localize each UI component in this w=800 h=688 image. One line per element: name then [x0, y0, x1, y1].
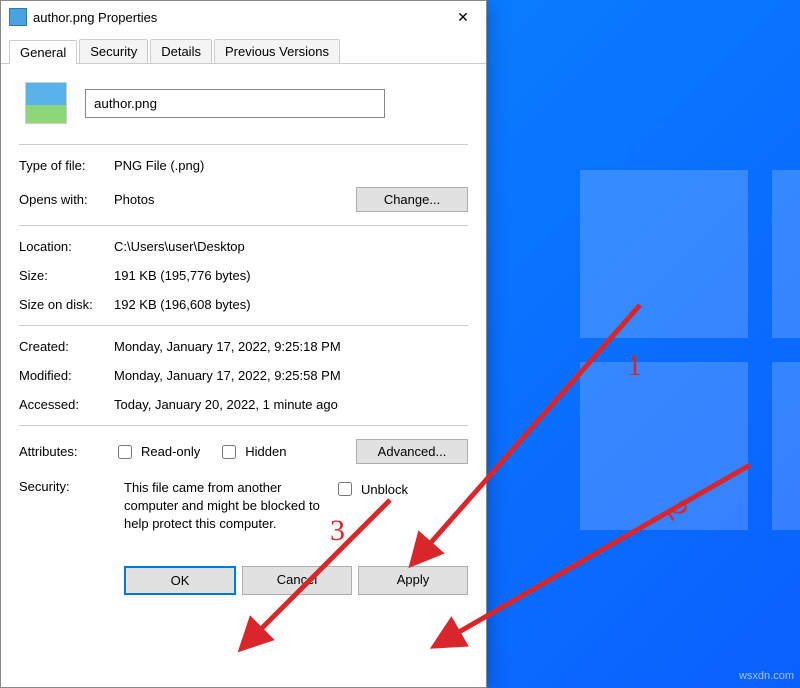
windows-logo	[580, 170, 800, 530]
filename-input[interactable]	[85, 89, 385, 118]
close-button[interactable]: ✕	[440, 2, 486, 32]
window-title: author.png Properties	[33, 10, 440, 25]
titlebar: author.png Properties ✕	[1, 1, 486, 33]
tab-general[interactable]: General	[9, 40, 77, 64]
tab-security[interactable]: Security	[79, 39, 148, 63]
location-value: C:\Users\user\Desktop	[114, 239, 468, 254]
security-text: This file came from another computer and…	[124, 479, 324, 534]
size-label: Size:	[19, 268, 114, 283]
size-value: 191 KB (195,776 bytes)	[114, 268, 468, 283]
size-on-disk-value: 192 KB (196,608 bytes)	[114, 297, 468, 312]
unblock-checkbox[interactable]: Unblock	[334, 479, 408, 499]
opens-with-label: Opens with:	[19, 192, 114, 207]
size-on-disk-label: Size on disk:	[19, 297, 114, 312]
unblock-label: Unblock	[361, 482, 408, 497]
tab-previous-versions[interactable]: Previous Versions	[214, 39, 340, 63]
desktop-background: author.png Properties ✕ General Security…	[0, 0, 800, 688]
accessed-label: Accessed:	[19, 397, 114, 412]
created-label: Created:	[19, 339, 114, 354]
type-label: Type of file:	[19, 158, 114, 173]
cancel-button[interactable]: Cancel	[242, 566, 352, 595]
ok-button[interactable]: OK	[124, 566, 236, 595]
file-icon	[9, 8, 27, 26]
dialog-buttons: OK Cancel Apply	[19, 558, 468, 595]
opens-with-value: Photos	[114, 192, 154, 207]
hidden-checkbox[interactable]: Hidden	[218, 442, 286, 462]
type-value: PNG File (.png)	[114, 158, 468, 173]
location-label: Location:	[19, 239, 114, 254]
readonly-label: Read-only	[141, 444, 200, 459]
tab-content: Type of file: PNG File (.png) Opens with…	[1, 64, 486, 603]
attributes-label: Attributes:	[19, 444, 114, 459]
properties-window: author.png Properties ✕ General Security…	[0, 0, 487, 688]
security-label: Security:	[19, 479, 114, 534]
apply-button[interactable]: Apply	[358, 566, 468, 595]
tabstrip: General Security Details Previous Versio…	[1, 33, 486, 64]
watermark: wsxdn.com	[739, 670, 794, 682]
change-button[interactable]: Change...	[356, 187, 468, 212]
readonly-checkbox[interactable]: Read-only	[114, 442, 200, 462]
tab-details[interactable]: Details	[150, 39, 212, 63]
created-value: Monday, January 17, 2022, 9:25:18 PM	[114, 339, 468, 354]
close-icon: ✕	[457, 9, 469, 26]
accessed-value: Today, January 20, 2022, 1 minute ago	[114, 397, 468, 412]
modified-label: Modified:	[19, 368, 114, 383]
advanced-button[interactable]: Advanced...	[356, 439, 468, 464]
modified-value: Monday, January 17, 2022, 9:25:58 PM	[114, 368, 468, 383]
hidden-label: Hidden	[245, 444, 286, 459]
file-thumbnail	[25, 82, 67, 124]
